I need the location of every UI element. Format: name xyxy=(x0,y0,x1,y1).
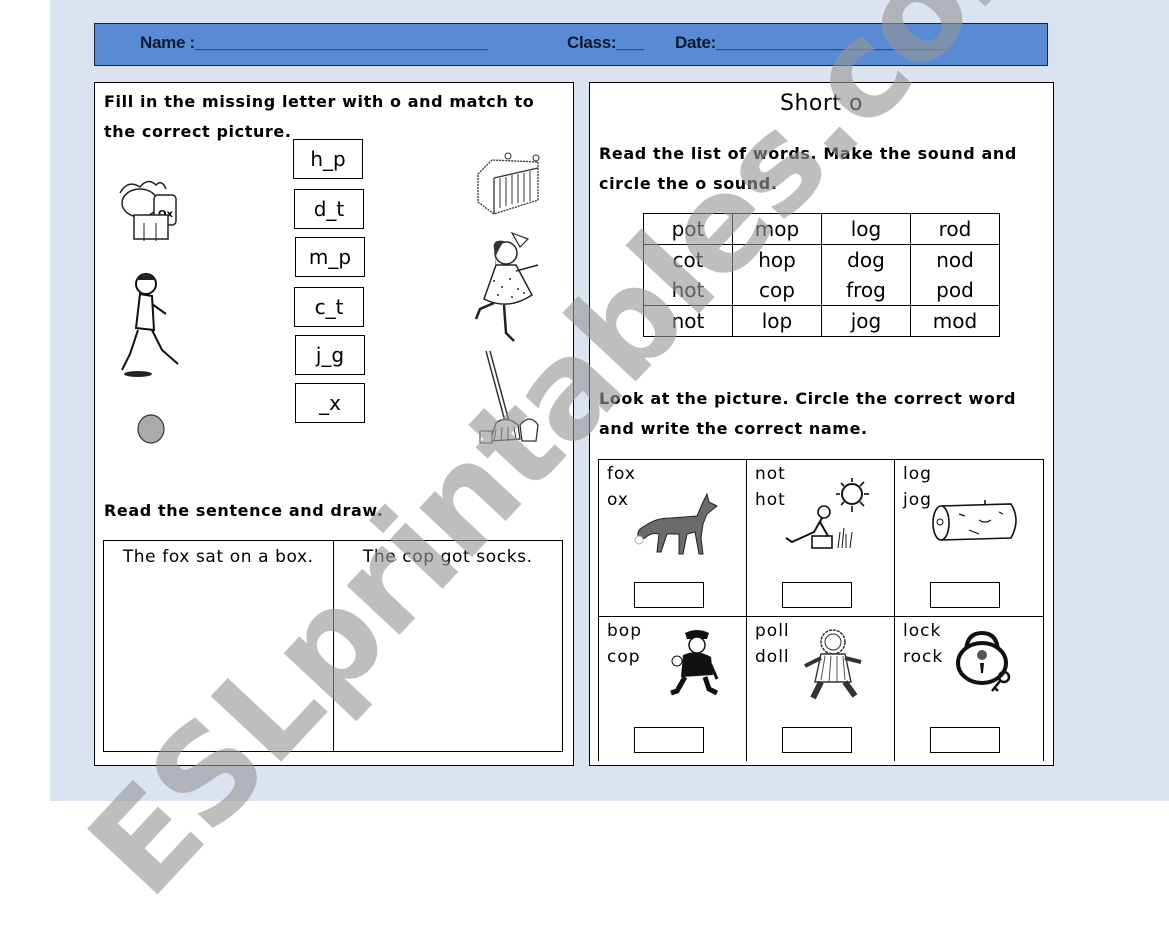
word-text: d_t xyxy=(313,197,345,221)
word-cell[interactable]: dog frog xyxy=(821,244,911,306)
answer-box[interactable] xyxy=(782,582,852,608)
picture-cell: bop cop xyxy=(599,617,747,761)
picture-instruction: Look at the picture. Circle the correct … xyxy=(599,389,1017,438)
matching-panel: Fill in the missing letter with o and ma… xyxy=(94,82,574,766)
word-cell[interactable]: not xyxy=(643,305,733,337)
word-box[interactable]: c_t xyxy=(294,287,364,327)
picture-cell: log jog xyxy=(895,460,1043,617)
word-cell[interactable]: jog xyxy=(821,305,911,337)
word-box[interactable]: _x xyxy=(295,383,365,423)
page-title: Short o xyxy=(780,91,863,116)
word-option[interactable]: cop xyxy=(607,647,641,667)
date-field[interactable]: Date:_________________________ xyxy=(675,33,945,53)
answer-box[interactable] xyxy=(930,727,1000,753)
word-text: m_p xyxy=(308,245,352,269)
word-cell[interactable]: rod xyxy=(910,213,1000,245)
picture-cell: not hot xyxy=(747,460,895,617)
hot-sun-man-icon xyxy=(781,474,871,559)
word-option[interactable]: fox xyxy=(607,464,636,484)
doll-icon xyxy=(799,625,867,705)
word-cell[interactable]: hop cop xyxy=(732,244,822,306)
answer-box[interactable] xyxy=(634,727,704,753)
word-cell[interactable]: nod pod xyxy=(910,244,1000,306)
short-o-panel: Short o Read the list of words. Make the… xyxy=(589,82,1054,766)
fox-icon xyxy=(629,486,724,561)
draw-sentence: The cop got socks. xyxy=(362,547,533,567)
student-info-header: Name :________________________________ C… xyxy=(94,23,1048,66)
draw-cell[interactable]: The fox sat on a box. xyxy=(104,541,333,751)
picture-cell: lock rock xyxy=(895,617,1043,761)
word-option[interactable]: poll xyxy=(755,621,790,641)
word-box[interactable]: d_t xyxy=(294,189,364,229)
matching-instruction: Fill in the missing letter with o and ma… xyxy=(104,92,535,141)
log-icon xyxy=(927,498,1022,546)
name-field[interactable]: Name :________________________________ xyxy=(140,33,488,53)
answer-box[interactable] xyxy=(930,582,1000,608)
lock-icon xyxy=(951,627,1015,697)
word-cell[interactable]: log xyxy=(821,213,911,245)
word-cell[interactable]: mop xyxy=(732,213,822,245)
draw-sentence: The fox sat on a box. xyxy=(122,547,314,567)
word-cell[interactable]: pot xyxy=(643,213,733,245)
word-option[interactable]: lock xyxy=(903,621,941,641)
word-option[interactable]: ox xyxy=(607,490,629,510)
word-option[interactable]: bop xyxy=(607,621,642,641)
draw-cell[interactable]: The cop got socks. xyxy=(332,541,563,751)
word-cell[interactable]: lop xyxy=(732,305,822,337)
word-text: h_p xyxy=(310,147,346,171)
word-option[interactable]: doll xyxy=(755,647,790,667)
picture-cell: poll doll xyxy=(747,617,895,761)
draw-instruction: Read the sentence and draw. xyxy=(104,501,384,520)
answer-box[interactable] xyxy=(782,727,852,753)
cot-crib-icon xyxy=(471,143,547,219)
word-cell[interactable]: mod xyxy=(910,305,1000,337)
word-text: _x xyxy=(319,391,341,415)
draw-table: The fox sat on a box. The cop got socks. xyxy=(103,540,563,752)
hopping-girl-icon xyxy=(467,228,549,348)
ox-icon: Ox xyxy=(107,171,192,251)
dot-icon xyxy=(135,413,167,445)
answer-box[interactable] xyxy=(634,582,704,608)
word-box[interactable]: m_p xyxy=(295,237,365,277)
cop-icon xyxy=(667,625,723,701)
word-list-instruction: Read the list of words. Make the sound a… xyxy=(599,144,1017,193)
picture-grid: fox ox not hot log jog bop cop poll doll… xyxy=(598,459,1044,761)
class-field[interactable]: Class:___ xyxy=(567,33,644,53)
word-text: j_g xyxy=(315,343,345,367)
word-text: c_t xyxy=(314,295,344,319)
word-box[interactable]: j_g xyxy=(295,335,365,375)
word-option[interactable]: log xyxy=(903,464,932,484)
picture-cell: fox ox xyxy=(599,460,747,617)
word-cell[interactable]: cot hot xyxy=(643,244,733,306)
word-box[interactable]: h_p xyxy=(293,139,363,179)
word-table: pot mop log rod cot hot hop cop dog frog no… xyxy=(643,213,1000,337)
word-option[interactable]: rock xyxy=(903,647,943,667)
jogging-boy-icon xyxy=(113,268,188,383)
mop-icon xyxy=(475,348,547,448)
